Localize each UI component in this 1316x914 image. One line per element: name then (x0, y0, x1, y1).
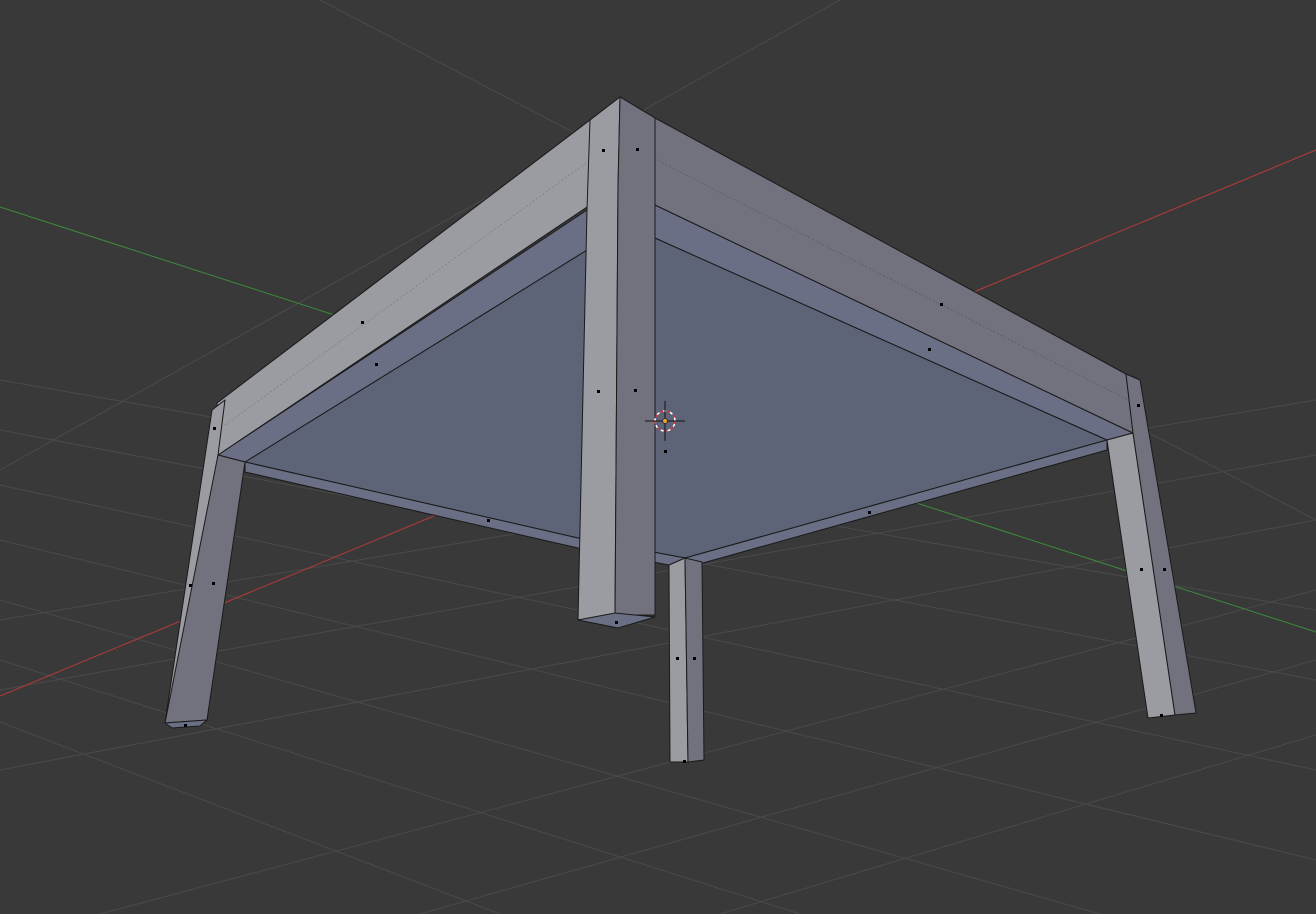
vertex (664, 450, 667, 453)
vertex (602, 149, 605, 152)
viewport-scene[interactable] (0, 0, 1316, 914)
object-origin-icon[interactable] (662, 418, 668, 424)
vertex (676, 657, 679, 660)
3d-viewport[interactable] (0, 0, 1316, 914)
vertex (1137, 404, 1140, 407)
vertex (184, 724, 187, 727)
vertex (693, 657, 696, 660)
vertex (597, 390, 600, 393)
vertex (683, 760, 686, 763)
vertex (212, 582, 215, 585)
vertex (928, 348, 931, 351)
vertex (634, 389, 637, 392)
vertex (361, 321, 364, 324)
vertex (189, 584, 192, 587)
vertex (375, 363, 378, 366)
vertex (1163, 568, 1166, 571)
leg-front-center-right (614, 96, 656, 616)
vertex (615, 621, 618, 624)
vertex (636, 148, 639, 151)
vertex (1140, 568, 1143, 571)
vertex (940, 303, 943, 306)
vertex (213, 427, 216, 430)
vertex (487, 519, 490, 522)
vertex (1160, 714, 1163, 717)
vertex (868, 511, 871, 514)
